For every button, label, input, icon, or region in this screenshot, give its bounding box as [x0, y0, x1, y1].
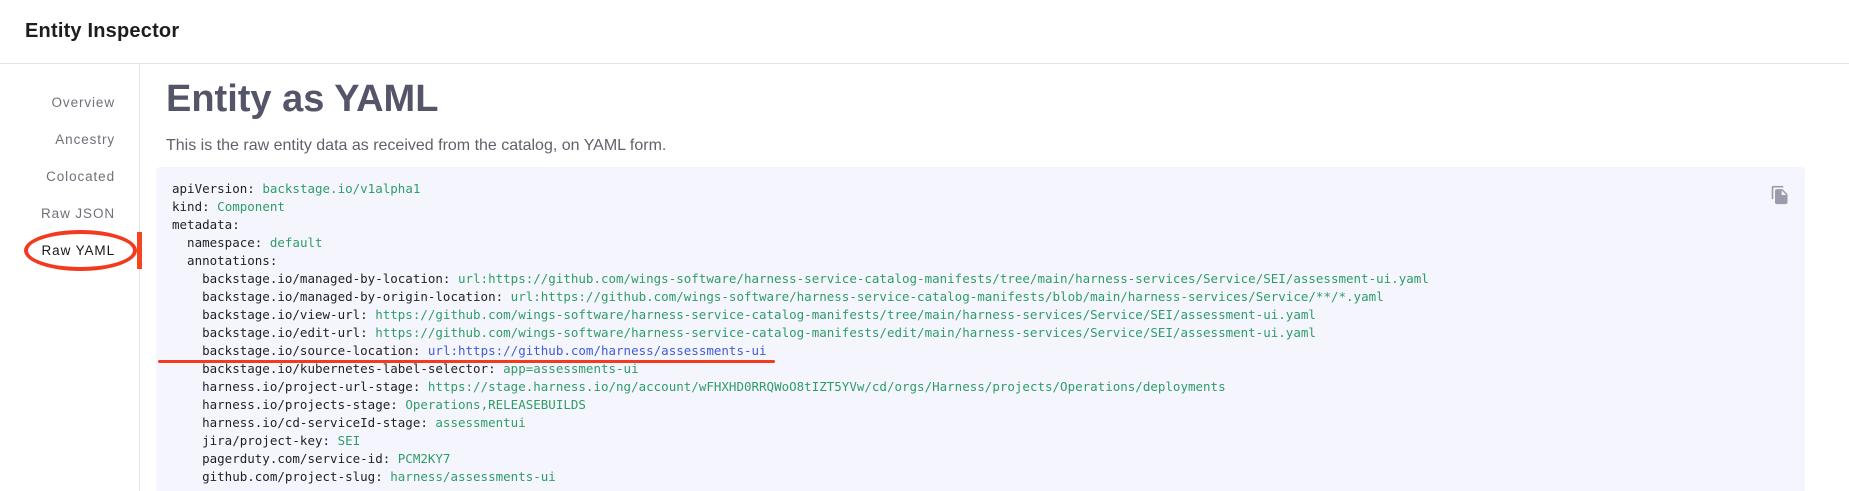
yaml-value: SEI: [338, 433, 361, 448]
yaml-line: metadata:: [172, 216, 1789, 234]
yaml-value: PCM2KY7: [398, 451, 451, 466]
yaml-line: backstage.io/view-url: https://github.co…: [172, 306, 1789, 324]
annotation-underlined-line: backstage.io/source-location: url:https:…: [172, 342, 767, 360]
entity-inspector-dialog: Entity Inspector Overview Ancestry Colocat…: [0, 0, 1849, 491]
page-title: Entity as YAML: [166, 78, 1805, 122]
tab-raw-json[interactable]: Raw JSON: [0, 195, 139, 232]
yaml-key: metadata:: [172, 217, 240, 232]
yaml-key: backstage.io/managed-by-origin-location:: [172, 289, 503, 304]
yaml-line: harness.io/projects-stage: Operations,RE…: [172, 396, 1789, 414]
yaml-value: app=assessments-ui: [503, 361, 638, 376]
tab-panel-raw-yaml: Entity as YAML This is the raw entity da…: [140, 64, 1849, 491]
yaml-code-block: apiVersion: backstage.io/v1alpha1kind: C…: [156, 167, 1805, 491]
tab-label: Overview: [52, 95, 115, 110]
tab-raw-yaml[interactable]: Raw YAML: [0, 232, 139, 269]
yaml-key: harness.io/projects-stage:: [172, 397, 398, 412]
yaml-key: github.com/project-slug:: [172, 469, 383, 484]
page-subtitle: This is the raw entity data as received …: [166, 137, 1805, 155]
yaml-line: backstage.io/managed-by-location: url:ht…: [172, 270, 1789, 288]
yaml-line: annotations:: [172, 252, 1789, 270]
yaml-value: https://github.com/wings-software/harnes…: [375, 325, 1316, 340]
yaml-line: backstage.io/managed-by-origin-location:…: [172, 288, 1789, 306]
copy-button[interactable]: [1768, 183, 1792, 207]
yaml-key: namespace:: [172, 235, 262, 250]
yaml-line: harness.io/project-url-stage: https://st…: [172, 378, 1789, 396]
yaml-key: backstage.io/edit-url:: [172, 325, 368, 340]
yaml-key: harness.io/project-url-stage:: [172, 379, 420, 394]
yaml-line: backstage.io/kubernetes-label-selector: …: [172, 360, 1789, 378]
yaml-line: backstage.io/edit-url: https://github.co…: [172, 324, 1789, 342]
yaml-line: backstage.io/source-location: url:https:…: [172, 342, 1789, 360]
tab-ancestry[interactable]: Ancestry: [0, 121, 139, 158]
yaml-line: github.com/project-slug: harness/assessm…: [172, 468, 1789, 486]
yaml-value: harness/assessments-ui: [390, 469, 556, 484]
yaml-value: Operations,RELEASEBUILDS: [405, 397, 586, 412]
yaml-key: backstage.io/source-location:: [172, 343, 420, 358]
dialog-header: Entity Inspector: [0, 0, 1849, 64]
inspector-tab-list: Overview Ancestry Colocated Raw JSON Raw YAM…: [0, 64, 140, 491]
yaml-value: https://stage.harness.io/ng/account/wFHX…: [428, 379, 1226, 394]
yaml-line: jira/project-key: SEI: [172, 432, 1789, 450]
tab-label: Colocated: [46, 169, 115, 184]
yaml-key: harness.io/cd-serviceId-stage:: [172, 415, 428, 430]
yaml-value: assessmentui: [435, 415, 525, 430]
copy-icon: [1770, 185, 1790, 205]
yaml-line: harness.io/cd-serviceId-stage: assessmen…: [172, 414, 1789, 432]
yaml-value: default: [270, 235, 323, 250]
yaml-value: url:https://github.com/harness/assessmen…: [428, 343, 767, 358]
yaml-value: url:https://github.com/wings-software/ha…: [458, 271, 1429, 286]
yaml-value: backstage.io/v1alpha1: [262, 181, 420, 196]
tab-overview[interactable]: Overview: [0, 84, 139, 121]
yaml-key: pagerduty.com/service-id:: [172, 451, 390, 466]
yaml-key: backstage.io/managed-by-location:: [172, 271, 450, 286]
yaml-key: annotations:: [172, 253, 277, 268]
tab-label: Ancestry: [55, 132, 115, 147]
yaml-line: pagerduty.com/service-id: PCM2KY7: [172, 450, 1789, 468]
yaml-value: Component: [217, 199, 285, 214]
yaml-key: backstage.io/kubernetes-label-selector:: [172, 361, 496, 376]
yaml-line: kind: Component: [172, 198, 1789, 216]
dialog-title: Entity Inspector: [25, 20, 1849, 43]
yaml-key: apiVersion:: [172, 181, 255, 196]
tab-colocated[interactable]: Colocated: [0, 158, 139, 195]
active-tab-indicator: [137, 232, 142, 269]
dialog-body: Overview Ancestry Colocated Raw JSON Raw YAM…: [0, 64, 1849, 491]
yaml-value: url:https://github.com/wings-software/ha…: [511, 289, 1384, 304]
yaml-value: https://github.com/wings-software/harnes…: [375, 307, 1316, 322]
yaml-key: backstage.io/view-url:: [172, 307, 368, 322]
yaml-line: namespace: default: [172, 234, 1789, 252]
yaml-line: apiVersion: backstage.io/v1alpha1: [172, 180, 1789, 198]
tab-label: Raw JSON: [41, 206, 115, 221]
yaml-key: jira/project-key:: [172, 433, 330, 448]
tab-label: Raw YAML: [42, 243, 115, 258]
yaml-content: apiVersion: backstage.io/v1alpha1kind: C…: [172, 180, 1789, 486]
yaml-key: kind:: [172, 199, 210, 214]
